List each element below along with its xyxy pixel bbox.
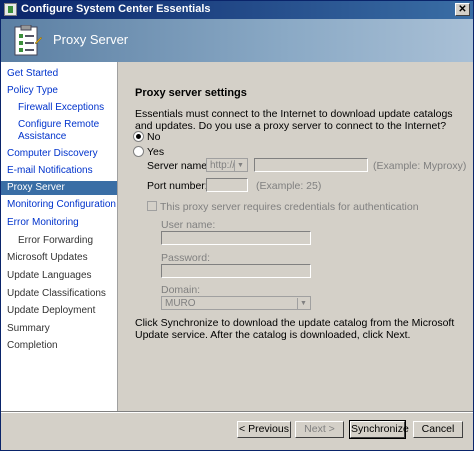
synchronize-button[interactable]: Synchronize [349,420,409,439]
nav-item-email-notifications[interactable]: E-mail Notifications [1,164,117,178]
checklist-icon [14,25,43,56]
password-input[interactable] [161,264,311,278]
header-banner: Proxy Server [1,19,473,62]
port-number-label: Port number: [147,180,208,192]
credentials-checkbox[interactable] [147,201,157,211]
chevron-down-icon: ▼ [234,160,246,171]
nav-item-update-deployment: Update Deployment [7,305,96,316]
port-number-input[interactable] [206,178,248,192]
domain-label: Domain: [161,284,201,296]
username-input[interactable] [161,231,311,245]
nav-item-microsoft-updates: Microsoft Updates [7,252,88,263]
page-title: Proxy Server [53,32,129,47]
credentials-label[interactable]: This proxy server requires credentials f… [160,201,419,213]
nav-item-firewall-exceptions[interactable]: Firewall Exceptions [1,101,117,115]
no-radio[interactable] [133,131,144,142]
proxy-description: Essentials must connect to the Internet … [135,108,453,132]
chevron-down-icon: ▼ [297,298,309,309]
previous-button[interactable]: < Previous [237,421,291,438]
wizard-window: Configure System Center Essentials ✕ Pro… [0,0,474,451]
nav-item-completion: Completion [7,340,58,351]
port-example: (Example: 25) [256,180,322,192]
app-icon [4,3,17,16]
nav-item-monitoring-configuration[interactable]: Monitoring Configuration [1,198,117,212]
nav-item-configure-remote-assistance[interactable]: Configure Remote Assistance [1,119,117,145]
password-label: Password: [161,252,211,264]
server-name-label: Server name: [147,160,211,172]
server-name-input[interactable] [254,158,368,172]
protocol-select[interactable]: http:// ▼ [206,158,248,172]
synchronize-instructions: Click Synchronize to download the update… [135,317,455,341]
wizard-step-list: Get Started Policy Type Firewall Excepti… [1,62,118,411]
cancel-button[interactable]: Cancel [413,421,463,438]
section-title: Proxy server settings [135,87,247,99]
nav-item-error-monitoring[interactable]: Error Monitoring [1,216,117,230]
close-button[interactable]: ✕ [455,3,470,16]
nav-item-computer-discovery[interactable]: Computer Discovery [1,147,117,161]
yes-radio[interactable] [133,146,144,157]
domain-select[interactable]: MURO ▼ [161,296,311,310]
nav-item-summary: Summary [7,323,50,334]
server-example: (Example: Myproxy) [373,160,467,172]
nav-item-error-forwarding: Error Forwarding [18,235,94,246]
title-bar[interactable]: Configure System Center Essentials ✕ [1,1,473,19]
nav-item-proxy-server[interactable]: Proxy Server [1,181,117,195]
nav-item-get-started[interactable]: Get Started [1,67,117,81]
next-button[interactable]: Next > [295,421,344,438]
footer-divider [1,411,473,413]
nav-item-policy-type[interactable]: Policy Type [1,84,117,98]
username-label: User name: [161,219,216,231]
nav-item-update-languages: Update Languages [7,270,92,281]
window-title: Configure System Center Essentials [21,3,211,15]
no-radio-label[interactable]: No [147,131,160,143]
nav-item-update-classifications: Update Classifications [7,288,106,299]
yes-radio-label[interactable]: Yes [147,146,164,158]
content-panel: Proxy server settings Essentials must co… [118,62,473,411]
